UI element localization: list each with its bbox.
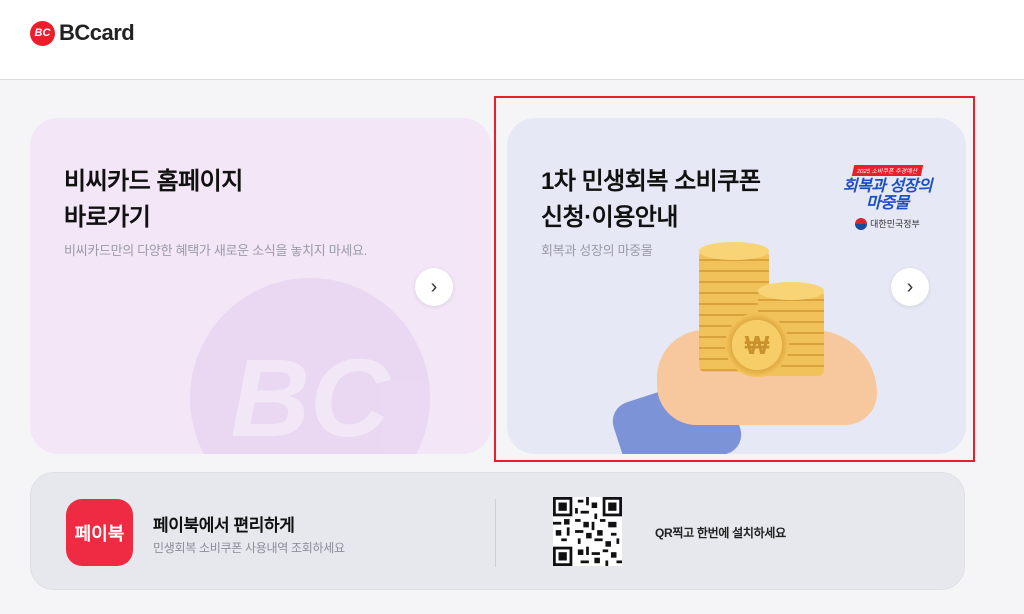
bccard-logo[interactable]: BC BCcard [30, 20, 135, 46]
won-coin-icon: ₩ [725, 313, 789, 377]
consumption-coupon-card[interactable]: 1차 민생회복 소비쿠폰 신청·이용안내 회복과 성장의 마중물 2025 소비… [507, 118, 966, 454]
coin-stack-short-top [758, 282, 824, 300]
government-text: 대한민국정부 [870, 219, 920, 229]
homepage-card-title: 비씨카드 홈페이지 바로가기 [64, 164, 243, 236]
homepage-title-line1: 비씨카드 홈페이지 [64, 168, 243, 195]
homepage-title-line2: 바로가기 [64, 204, 151, 231]
campaign-badge: 2025 소비쿠폰 추경예산 회복과 성장의 마중물 대한민국정부 [840, 160, 935, 230]
taegeuk-icon [855, 217, 868, 230]
homepage-card[interactable]: BC 비씨카드 홈페이지 바로가기 비씨카드만의 다양한 혜택가 새로운 소식을… [30, 118, 491, 454]
bc-watermark-icon: BC [190, 278, 430, 454]
site-header: BC BCcard [0, 0, 1024, 80]
badge-top-label: 2025 소비쿠폰 추경예산 [851, 165, 924, 176]
paybook-subtitle: 민생회복 소비쿠폰 사용내역 조회하세요 [153, 541, 345, 555]
coupon-arrow-button[interactable]: › [891, 268, 929, 306]
qr-install-text: QR찍고 한번에 설치하세요 [655, 526, 786, 540]
coin-stack-tall-top [699, 242, 769, 260]
bc-logo-icon: BC [30, 20, 55, 46]
logo-text: BCcard [59, 20, 135, 45]
paybook-banner[interactable]: 페이북 페이북에서 편리하게 민생회복 소비쿠폰 사용내역 조회하세요 QR찍고… [30, 472, 965, 590]
coupon-card-title: 1차 민생회복 소비쿠폰 신청·이용안내 [541, 164, 761, 236]
badge-slogan-line2: 마중물 [866, 195, 909, 212]
homepage-card-subtitle: 비씨카드만의 다양한 혜택가 새로운 소식을 놓치지 마세요. [64, 243, 368, 258]
paybook-app-icon[interactable]: 페이북 [66, 499, 133, 566]
chevron-right-icon: › [430, 275, 438, 298]
badge-slogan: 회복과 성장의 마중물 [840, 178, 935, 212]
government-label: 대한민국정부 [840, 217, 935, 230]
banner-divider [495, 499, 496, 567]
qr-code-icon[interactable] [553, 497, 622, 566]
coupon-card-subtitle: 회복과 성장의 마중물 [541, 243, 653, 258]
coupon-title-line1: 1차 민생회복 소비쿠폰 [541, 168, 761, 195]
coupon-title-line2: 신청·이용안내 [541, 204, 678, 231]
chevron-right-icon: › [906, 275, 914, 298]
badge-slogan-line1: 회복과 성장의 [842, 178, 933, 195]
paybook-title: 페이북에서 편리하게 [153, 516, 295, 535]
homepage-arrow-button[interactable]: › [415, 268, 453, 306]
